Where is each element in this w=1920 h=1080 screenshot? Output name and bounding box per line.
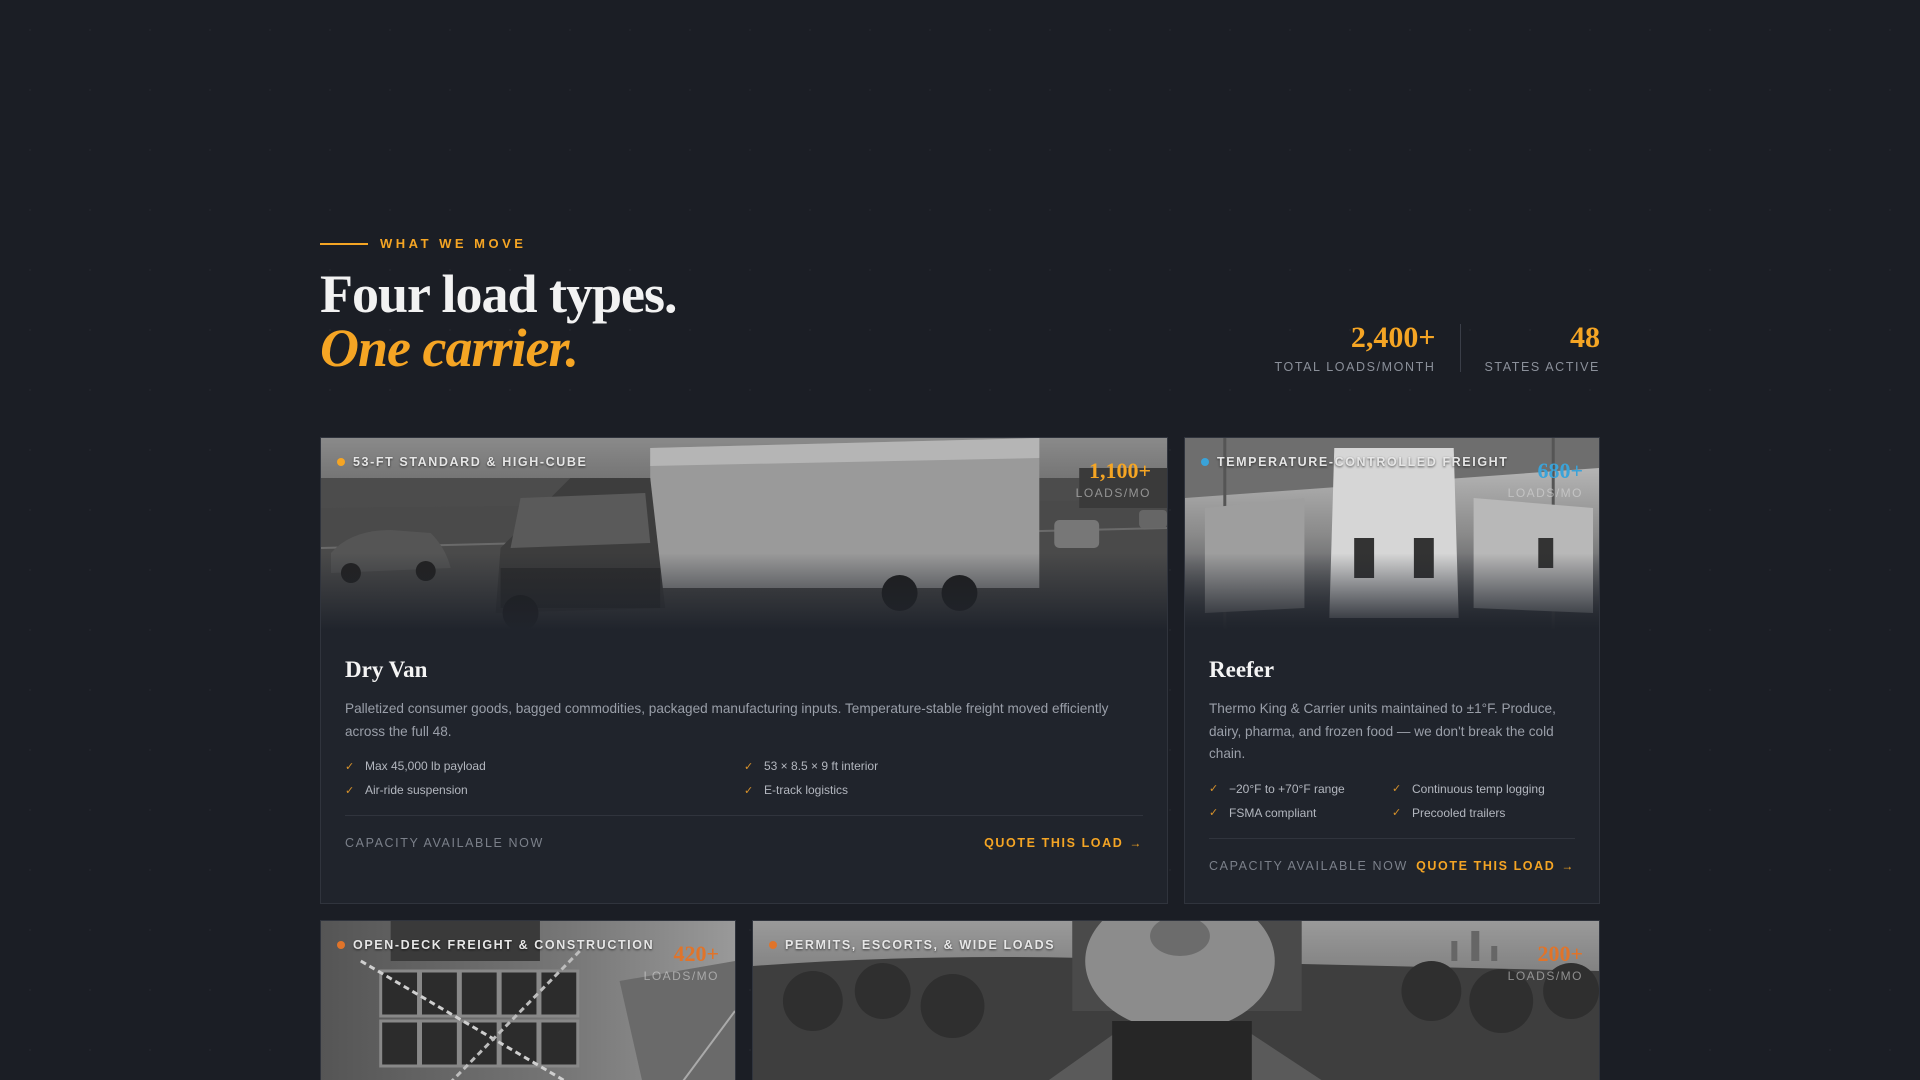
feature-text: Air-ride suspension <box>365 783 468 797</box>
stat-total-loads: 2,400+ TOTAL LOADS/MONTH <box>1274 320 1435 374</box>
loads-badge: 1,100+ LOADS/MO <box>1076 458 1151 500</box>
feature-text: E-track logistics <box>764 783 849 797</box>
stat-value: 48 <box>1570 321 1600 354</box>
feature-text: 53 × 8.5 × 9 ft interior <box>764 759 879 773</box>
card-title: Dry Van <box>345 657 428 682</box>
loads-label: LOADS/MO <box>1507 969 1583 983</box>
card-title: Reefer <box>1209 657 1275 682</box>
card-reefer[interactable]: TEMPERATURE-CONTROLLED FREIGHT 680+ LOAD… <box>1184 437 1600 904</box>
loads-label: LOADS/MO <box>1507 486 1583 500</box>
loads-value: 1,100+ <box>1088 458 1151 483</box>
check-icon: ✓ <box>345 784 355 797</box>
stat-value: 2,400+ <box>1350 321 1436 354</box>
tag-dot <box>337 458 345 466</box>
card-footer: CAPACITY AVAILABLE NOW QUOTE THIS LOAD → <box>345 815 1143 850</box>
loads-badge: 680+ LOADS/MO <box>1508 458 1583 500</box>
feature-item: ✓ E-track logistics <box>744 781 1143 799</box>
quote-load-label: QUOTE THIS LOAD <box>984 836 1124 850</box>
feature-item: ✓ Max 45,000 lb payload <box>345 757 744 775</box>
card-tag: 53-FT STANDARD & HIGH-CUBE <box>337 455 587 469</box>
card-body: Dry Van Palletized consumer goods, bagge… <box>345 656 1143 850</box>
eyebrow-line <box>320 242 368 245</box>
card-dry-van[interactable]: 53-FT STANDARD & HIGH-CUBE 1,100+ LOADS/… <box>320 437 1168 904</box>
card-tag: OPEN-DECK FREIGHT & CONSTRUCTION <box>337 938 654 952</box>
stat-label: TOTAL LOADS/MONTH <box>1274 360 1436 374</box>
check-icon: ✓ <box>1209 783 1219 795</box>
card-tag: TEMPERATURE-CONTROLLED FREIGHT <box>1201 455 1509 469</box>
section-eyebrow: WHAT WE MOVE <box>320 236 526 251</box>
feature-text: Max 45,000 lb payload <box>365 759 486 773</box>
loads-badge: 200+ LOADS/MO <box>1508 941 1583 983</box>
loads-value: 680+ <box>1537 458 1583 483</box>
loads-label: LOADS/MO <box>643 969 719 983</box>
loads-label: LOADS/MO <box>1075 486 1151 500</box>
quote-load-link[interactable]: QUOTE THIS LOAD → <box>984 836 1143 850</box>
check-icon: ✓ <box>744 760 754 773</box>
stat-states-active: 48 STATES ACTIVE <box>1485 320 1601 374</box>
feature-text: Precooled trailers <box>1412 805 1506 820</box>
eyebrow-text: WHAT WE MOVE <box>380 236 527 251</box>
feature-text: −20°F to +70°F range <box>1229 781 1345 796</box>
feature-text: FSMA compliant <box>1229 805 1317 820</box>
capacity-status: CAPACITY AVAILABLE NOW <box>1209 858 1408 873</box>
tag-dot <box>1201 458 1209 466</box>
card-body: Reefer Thermo King & Carrier units maint… <box>1209 656 1575 873</box>
card-description: Palletized consumer goods, bagged commod… <box>345 701 1109 739</box>
check-icon: ✓ <box>1392 807 1402 819</box>
feature-item: ✓ FSMA compliant <box>1209 804 1392 822</box>
check-icon: ✓ <box>744 784 754 797</box>
loads-badge: 420+ LOADS/MO <box>644 941 719 983</box>
feature-item: ✓ Continuous temp logging <box>1392 780 1575 798</box>
load-types-section: WHAT WE MOVE Four load types. One carrie… <box>320 0 1600 1080</box>
quote-load-link[interactable]: QUOTE THIS LOAD → <box>1416 859 1575 873</box>
check-icon: ✓ <box>1209 807 1219 819</box>
feature-item: ✓ Precooled trailers <box>1392 804 1575 822</box>
feature-item: ✓ −20°F to +70°F range <box>1209 780 1392 798</box>
loads-value: 200+ <box>1537 941 1583 966</box>
tag-text: 53-FT STANDARD & HIGH-CUBE <box>353 455 588 469</box>
feature-list: ✓ −20°F to +70°F range ✓ Continuous temp l… <box>1209 780 1575 822</box>
tag-dot <box>337 941 345 949</box>
stat-label: STATES ACTIVE <box>1484 360 1600 374</box>
quote-load-label: QUOTE THIS LOAD <box>1416 858 1556 873</box>
section-title-accent: One carrier. <box>320 318 579 378</box>
arrow-right-icon: → <box>1129 836 1143 850</box>
card-flatbed[interactable]: OPEN-DECK FREIGHT & CONSTRUCTION 420+ LO… <box>320 920 736 1080</box>
card-tag: PERMITS, ESCORTS, & WIDE LOADS <box>769 938 1055 952</box>
tag-dot <box>769 941 777 949</box>
loads-value: 420+ <box>673 941 719 966</box>
stat-divider <box>1459 324 1461 372</box>
feature-item: ✓ Air-ride suspension <box>345 781 744 799</box>
feature-list: ✓ Max 45,000 lb payload ✓ 53 × 8.5 × 9 ft … <box>345 757 1143 799</box>
tag-text: OPEN-DECK FREIGHT & CONSTRUCTION <box>353 938 655 952</box>
check-icon: ✓ <box>345 760 355 773</box>
feature-text: Continuous temp logging <box>1412 781 1545 796</box>
card-description: Thermo King & Carrier units maintained t… <box>1209 701 1556 761</box>
card-footer: CAPACITY AVAILABLE NOW QUOTE THIS LOAD → <box>1209 837 1575 873</box>
check-icon: ✓ <box>1392 783 1402 795</box>
tag-text: PERMITS, ESCORTS, & WIDE LOADS <box>785 938 1056 952</box>
feature-item: ✓ 53 × 8.5 × 9 ft interior <box>744 757 1143 775</box>
arrow-right-icon: → <box>1561 858 1575 873</box>
stats-group: 2,400+ TOTAL LOADS/MONTH 48 STATES ACTIV… <box>1274 320 1600 374</box>
tag-text: TEMPERATURE-CONTROLLED FREIGHT <box>1217 455 1509 469</box>
capacity-status: CAPACITY AVAILABLE NOW <box>345 836 544 850</box>
card-oversize[interactable]: PERMITS, ESCORTS, & WIDE LOADS 200+ LOAD… <box>752 920 1600 1080</box>
